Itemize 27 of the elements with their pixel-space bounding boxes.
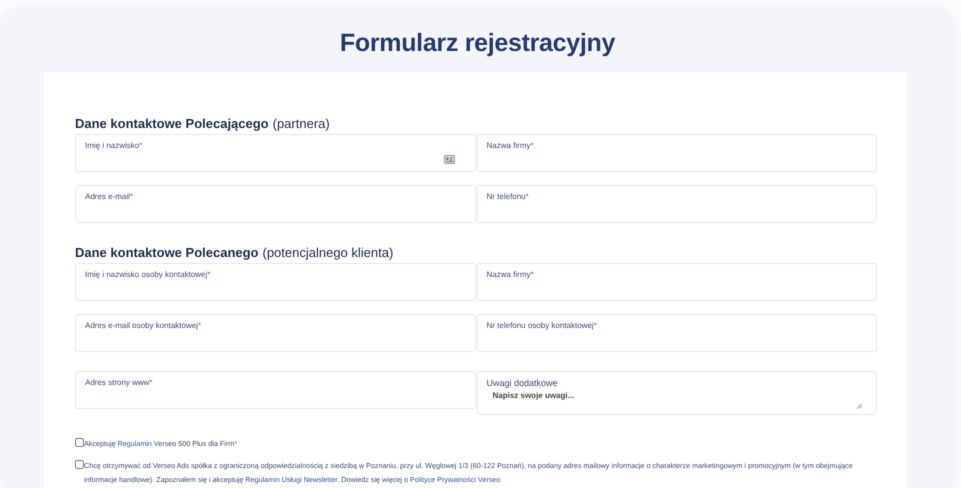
checkbox[interactable] [75,438,84,447]
resize-handle-icon[interactable] [856,403,862,409]
field-label: Adres e-mail osoby kontaktowej* [85,321,202,330]
input-field[interactable]: Imię i nazwisko osoby kontaktowej* [75,263,476,301]
checkbox[interactable] [75,460,84,469]
input-field[interactable]: Imię i nazwisko* [75,134,476,172]
field-label: Imię i nazwisko* [85,141,144,150]
input-field[interactable]: Nazwa firmy* [476,263,877,301]
input-field[interactable]: Adres e-mail osoby kontaktowej* [75,314,476,352]
input-field[interactable]: Adres e-mail* [75,185,476,223]
input-field[interactable]: Nr telefonu osoby kontaktowej* [476,314,877,352]
field-label: Nazwa firmy* [486,270,535,279]
section-heading: Dane kontaktowe Polecanego (potencjalnego klienta) [75,245,394,260]
comment-box[interactable]: Uwagi dodatkowe Napisz swoje uwagi... [476,371,877,415]
input-field[interactable]: Adres strony www* [75,371,476,409]
field-label: Uwagi dodatkowe [486,378,559,388]
input-field[interactable]: Nazwa firmy* [476,134,877,172]
section-heading: Dane kontaktowe Polecającego (partnera) [75,116,331,131]
field-label: Imię i nazwisko osoby kontaktowej* [85,270,212,279]
field-label: Adres strony www* [85,378,154,387]
field-label: Nr telefonu osoby kontaktowej* [486,321,598,330]
comment-field[interactable]: Napisz swoje uwagi... [486,391,867,407]
field-label: Adres e-mail* [85,192,134,201]
field-label: Nazwa firmy* [486,141,535,150]
page-title: Formularz rejestracyjny [338,29,616,58]
input-field[interactable]: Nr telefonu* [476,185,877,223]
field-label: Nr telefonu* [486,192,530,201]
